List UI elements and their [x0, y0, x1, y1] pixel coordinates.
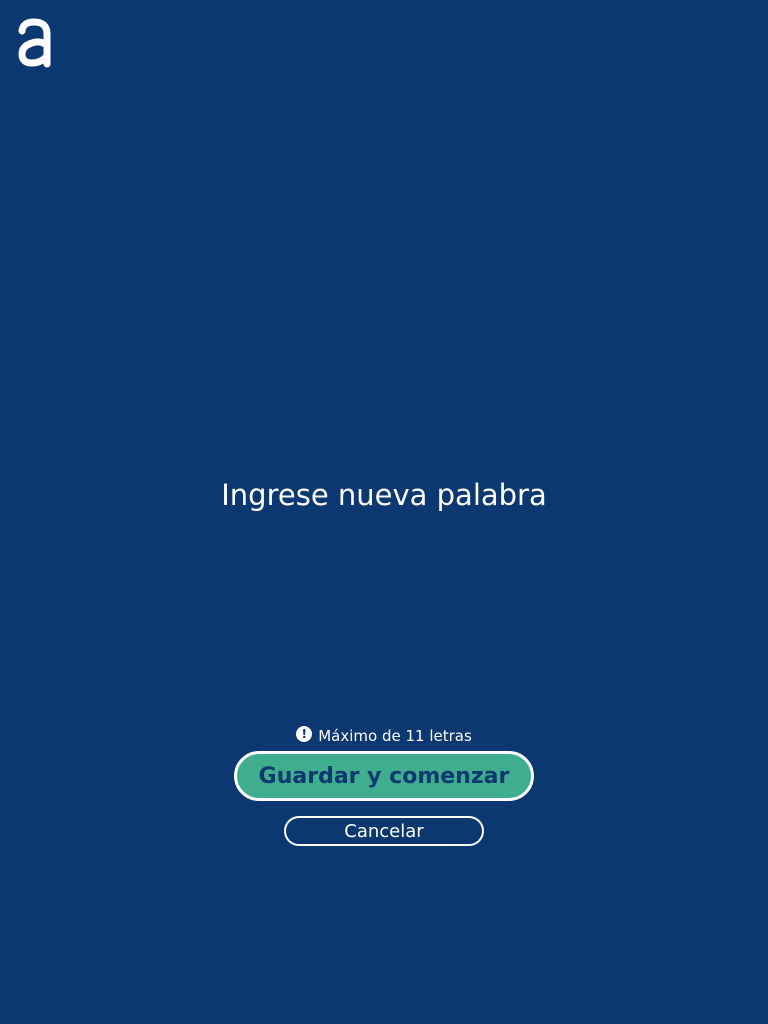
exclamation-circle-icon: ! — [296, 726, 313, 742]
new-word-input[interactable] — [124, 478, 644, 512]
app-logo-icon — [17, 18, 53, 68]
max-letters-hint: ! Máximo de 11 letras — [0, 724, 768, 748]
word-input-container — [0, 470, 768, 520]
cancel-button[interactable]: Cancelar — [284, 816, 484, 846]
hint-text: Máximo de 11 letras — [318, 727, 472, 745]
save-and-start-button[interactable]: Guardar y comenzar — [234, 751, 534, 801]
